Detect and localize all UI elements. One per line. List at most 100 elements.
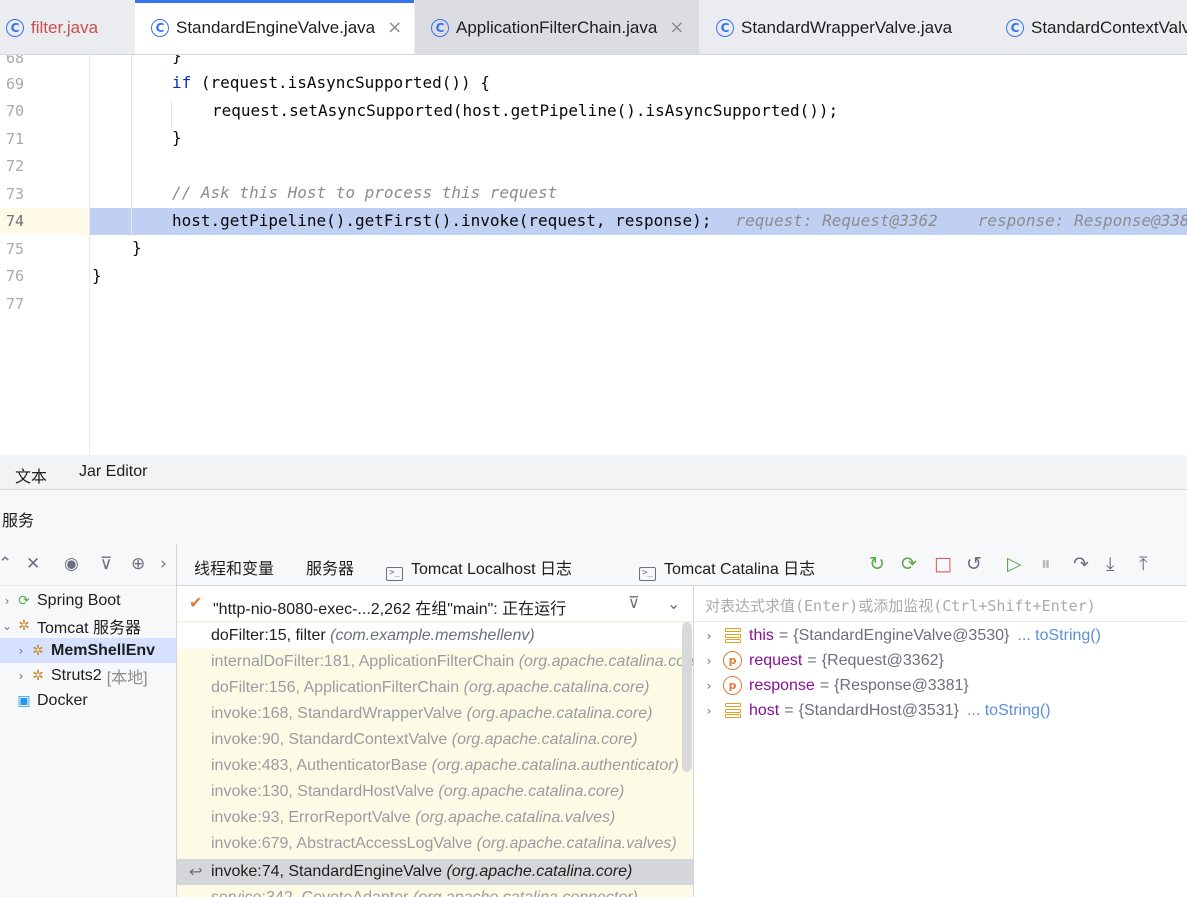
chevron-right-icon[interactable]: › [0, 594, 14, 608]
frame-row[interactable]: service:342, CoyoteAdapter (org.apache.c… [177, 885, 693, 897]
return-arrow-icon: ↩ [189, 862, 203, 881]
thread-label: "http-nio-8080-exec-...2,262 在组"main": 正… [213, 601, 567, 618]
inline-value-hint: response: Response@3381 [977, 211, 1187, 230]
equals-sign: = [784, 701, 794, 719]
variable-name: host [749, 701, 780, 719]
frame-row[interactable]: invoke:130, StandardHostValve (org.apach… [177, 779, 693, 805]
tab-jar-editor[interactable]: Jar Editor [79, 463, 147, 481]
line-gutter: 68 69 70 71 72 73 74 75 76 77 [0, 55, 90, 455]
tab-label: filter.java [31, 17, 99, 37]
line-number: 71 [6, 130, 25, 148]
tab-application-filter-chain[interactable]: C ApplicationFilterChain.java × [415, 0, 699, 54]
tab-server[interactable]: 服务器 [306, 555, 354, 579]
tree-node-tomcat[interactable]: ⌄ ✲ Tomcat 服务器 [0, 613, 176, 638]
debugger-tab-bar: 线程和变量 服务器 >_ Tomcat Localhost 日志 >_ Tomcat… [177, 544, 1187, 591]
frame-row[interactable]: invoke:679, AbstractAccessLogValve (org.… [177, 831, 693, 857]
tree-node-spring-boot[interactable]: › ⟳ Spring Boot [0, 588, 176, 613]
keyword: if [172, 73, 192, 92]
evaluate-placeholder: 对表达式求值(Enter)或添加监视(Ctrl+Shift+Enter) [705, 597, 1096, 615]
frames-panel[interactable]: ✔ "http-nio-8080-exec-...2,262 在组"main":… [177, 586, 694, 897]
frame-method: invoke:90, StandardContextValve [211, 731, 448, 748]
eye-icon[interactable]: ◉ [64, 554, 79, 574]
close-icon[interactable]: × [387, 17, 402, 38]
tab-text[interactable]: 文本 [0, 463, 64, 497]
chevron-down-icon[interactable]: ⌄ [0, 619, 14, 633]
chevron-right-icon[interactable]: › [695, 704, 723, 718]
restart-icon[interactable]: ↺ [966, 553, 982, 575]
line-number: 74 [6, 212, 25, 230]
collapse-all-icon[interactable]: ✕ [26, 554, 40, 574]
chevron-right-icon[interactable]: › [160, 554, 167, 574]
variables-panel[interactable]: 对表达式求值(Enter)或添加监视(Ctrl+Shift+Enter) › t… [695, 586, 1187, 897]
services-tree[interactable]: ⌃ ✕ ◉ ⊽ ⊕ › › ⟳ Spring Boot ⌄ ✲ Tomcat 服… [0, 544, 177, 897]
tab-label: Tomcat Localhost 日志 [411, 561, 572, 578]
line-number: 68 [6, 55, 25, 67]
pause-icon[interactable]: ⏸ [1041, 553, 1051, 575]
line-number: 77 [6, 295, 25, 313]
frame-package: (org.apache.catalina.core) [451, 731, 638, 748]
variable-row-response[interactable]: › p response = {Response@3381} [695, 673, 969, 698]
services-header: 服务 [0, 490, 1187, 544]
line-number: 73 [6, 185, 25, 203]
frame-row[interactable]: doFilter:156, ApplicationFilterChain (or… [177, 675, 693, 701]
frame-method: doFilter:156, ApplicationFilterChain [211, 679, 460, 696]
close-icon[interactable]: × [669, 17, 684, 38]
tree-node-memshellenv[interactable]: › ✲ MemShellEnv [0, 638, 176, 663]
step-over-icon[interactable]: ↷ [1073, 553, 1089, 575]
to-string-link[interactable]: ... toString() [967, 702, 1051, 720]
class-c-icon: C [1006, 18, 1024, 37]
code-line-75: } [132, 238, 142, 257]
variable-row-this[interactable]: › this = {StandardEngineValve@3530} ... … [695, 623, 1101, 648]
code-editor[interactable]: 68 69 70 71 72 73 74 75 76 77 } if (requ… [0, 55, 1187, 455]
frame-row[interactable]: invoke:168, StandardWrapperValve (org.ap… [177, 701, 693, 727]
chevron-right-icon[interactable]: › [695, 654, 723, 668]
debug-rerun-icon[interactable]: ⟳ [901, 553, 917, 575]
frame-package: (org.apache.catalina.core) [518, 653, 694, 670]
tab-standard-wrapper-valve[interactable]: C StandardWrapperValve.java [700, 0, 990, 54]
line-number: 76 [6, 267, 25, 285]
check-icon: ✔ [189, 593, 203, 612]
class-c-icon: C [431, 18, 449, 37]
code-line-69: if (request.isAsyncSupported()) { [172, 73, 490, 92]
filter-icon[interactable]: ⊽ [100, 554, 112, 574]
variable-row-request[interactable]: › p request = {Request@3362} [695, 648, 944, 673]
tab-standard-engine-valve[interactable]: C StandardEngineValve.java × [135, 0, 414, 54]
tab-filter-java[interactable]: C filter.java [0, 0, 134, 54]
resume-icon[interactable]: ▷ [1007, 553, 1022, 575]
evaluate-expression-input[interactable]: 对表达式求值(Enter)或添加监视(Ctrl+Shift+Enter) [695, 586, 1187, 622]
rerun-icon[interactable]: ↻ [869, 553, 885, 575]
chevron-right-icon[interactable]: › [695, 679, 723, 693]
chevron-right-icon[interactable]: › [14, 669, 28, 683]
tab-tomcat-localhost-log[interactable]: >_ Tomcat Localhost 日志 [386, 555, 572, 581]
class-c-icon: C [151, 18, 169, 37]
step-out-icon[interactable]: ⤒ [1139, 553, 1147, 575]
add-service-icon[interactable]: ⊕ [131, 554, 145, 574]
step-into-icon[interactable]: ⤓ [1106, 553, 1114, 575]
frame-row-current[interactable]: ↩ invoke:74, StandardEngineValve (org.apa… [177, 859, 693, 885]
variable-row-host[interactable]: › host = {StandardHost@3531} ... toStrin… [695, 698, 1051, 723]
frame-package: (org.apache.catalina.core) [446, 863, 633, 880]
expand-all-icon[interactable]: ⌃ [0, 554, 12, 574]
to-string-link[interactable]: ... toString() [1017, 627, 1101, 645]
tab-threads-variables[interactable]: 线程和变量 [179, 555, 289, 591]
frame-row[interactable]: invoke:90, StandardContextValve (org.apa… [177, 727, 693, 753]
thread-selector[interactable]: ✔ "http-nio-8080-exec-...2,262 在组"main":… [177, 586, 693, 622]
stop-icon[interactable]: □ [934, 553, 952, 575]
frame-row[interactable]: internalDoFilter:181, ApplicationFilterC… [177, 649, 694, 675]
tree-node-struts2[interactable]: › ✲ Struts2 [本地] [0, 663, 176, 688]
frames-scrollbar[interactable] [682, 622, 692, 772]
frame-row[interactable]: doFilter:15, filter (com.example.memshel… [177, 623, 693, 649]
frame-row[interactable]: invoke:93, ErrorReportValve (org.apache.… [177, 805, 693, 831]
equals-sign: = [778, 626, 789, 644]
filter-icon[interactable]: ⊽ [628, 593, 640, 612]
chevron-right-icon[interactable]: › [14, 644, 28, 658]
chevron-down-icon[interactable]: ⌄ [667, 594, 680, 613]
tree-node-docker[interactable]: ▣ Docker [0, 688, 176, 713]
services-title: 服务 [2, 513, 35, 530]
frame-method: invoke:483, AuthenticatorBase [211, 757, 428, 774]
chevron-right-icon[interactable]: › [695, 629, 723, 643]
tab-standard-context-valve[interactable]: C StandardContextValve.java [990, 0, 1187, 54]
tab-tomcat-catalina-log[interactable]: >_ Tomcat Catalina 日志 [639, 555, 815, 581]
frame-package: (org.apache.catalina.authenticator) [431, 757, 679, 774]
frame-row[interactable]: invoke:483, AuthenticatorBase (org.apach… [177, 753, 693, 779]
